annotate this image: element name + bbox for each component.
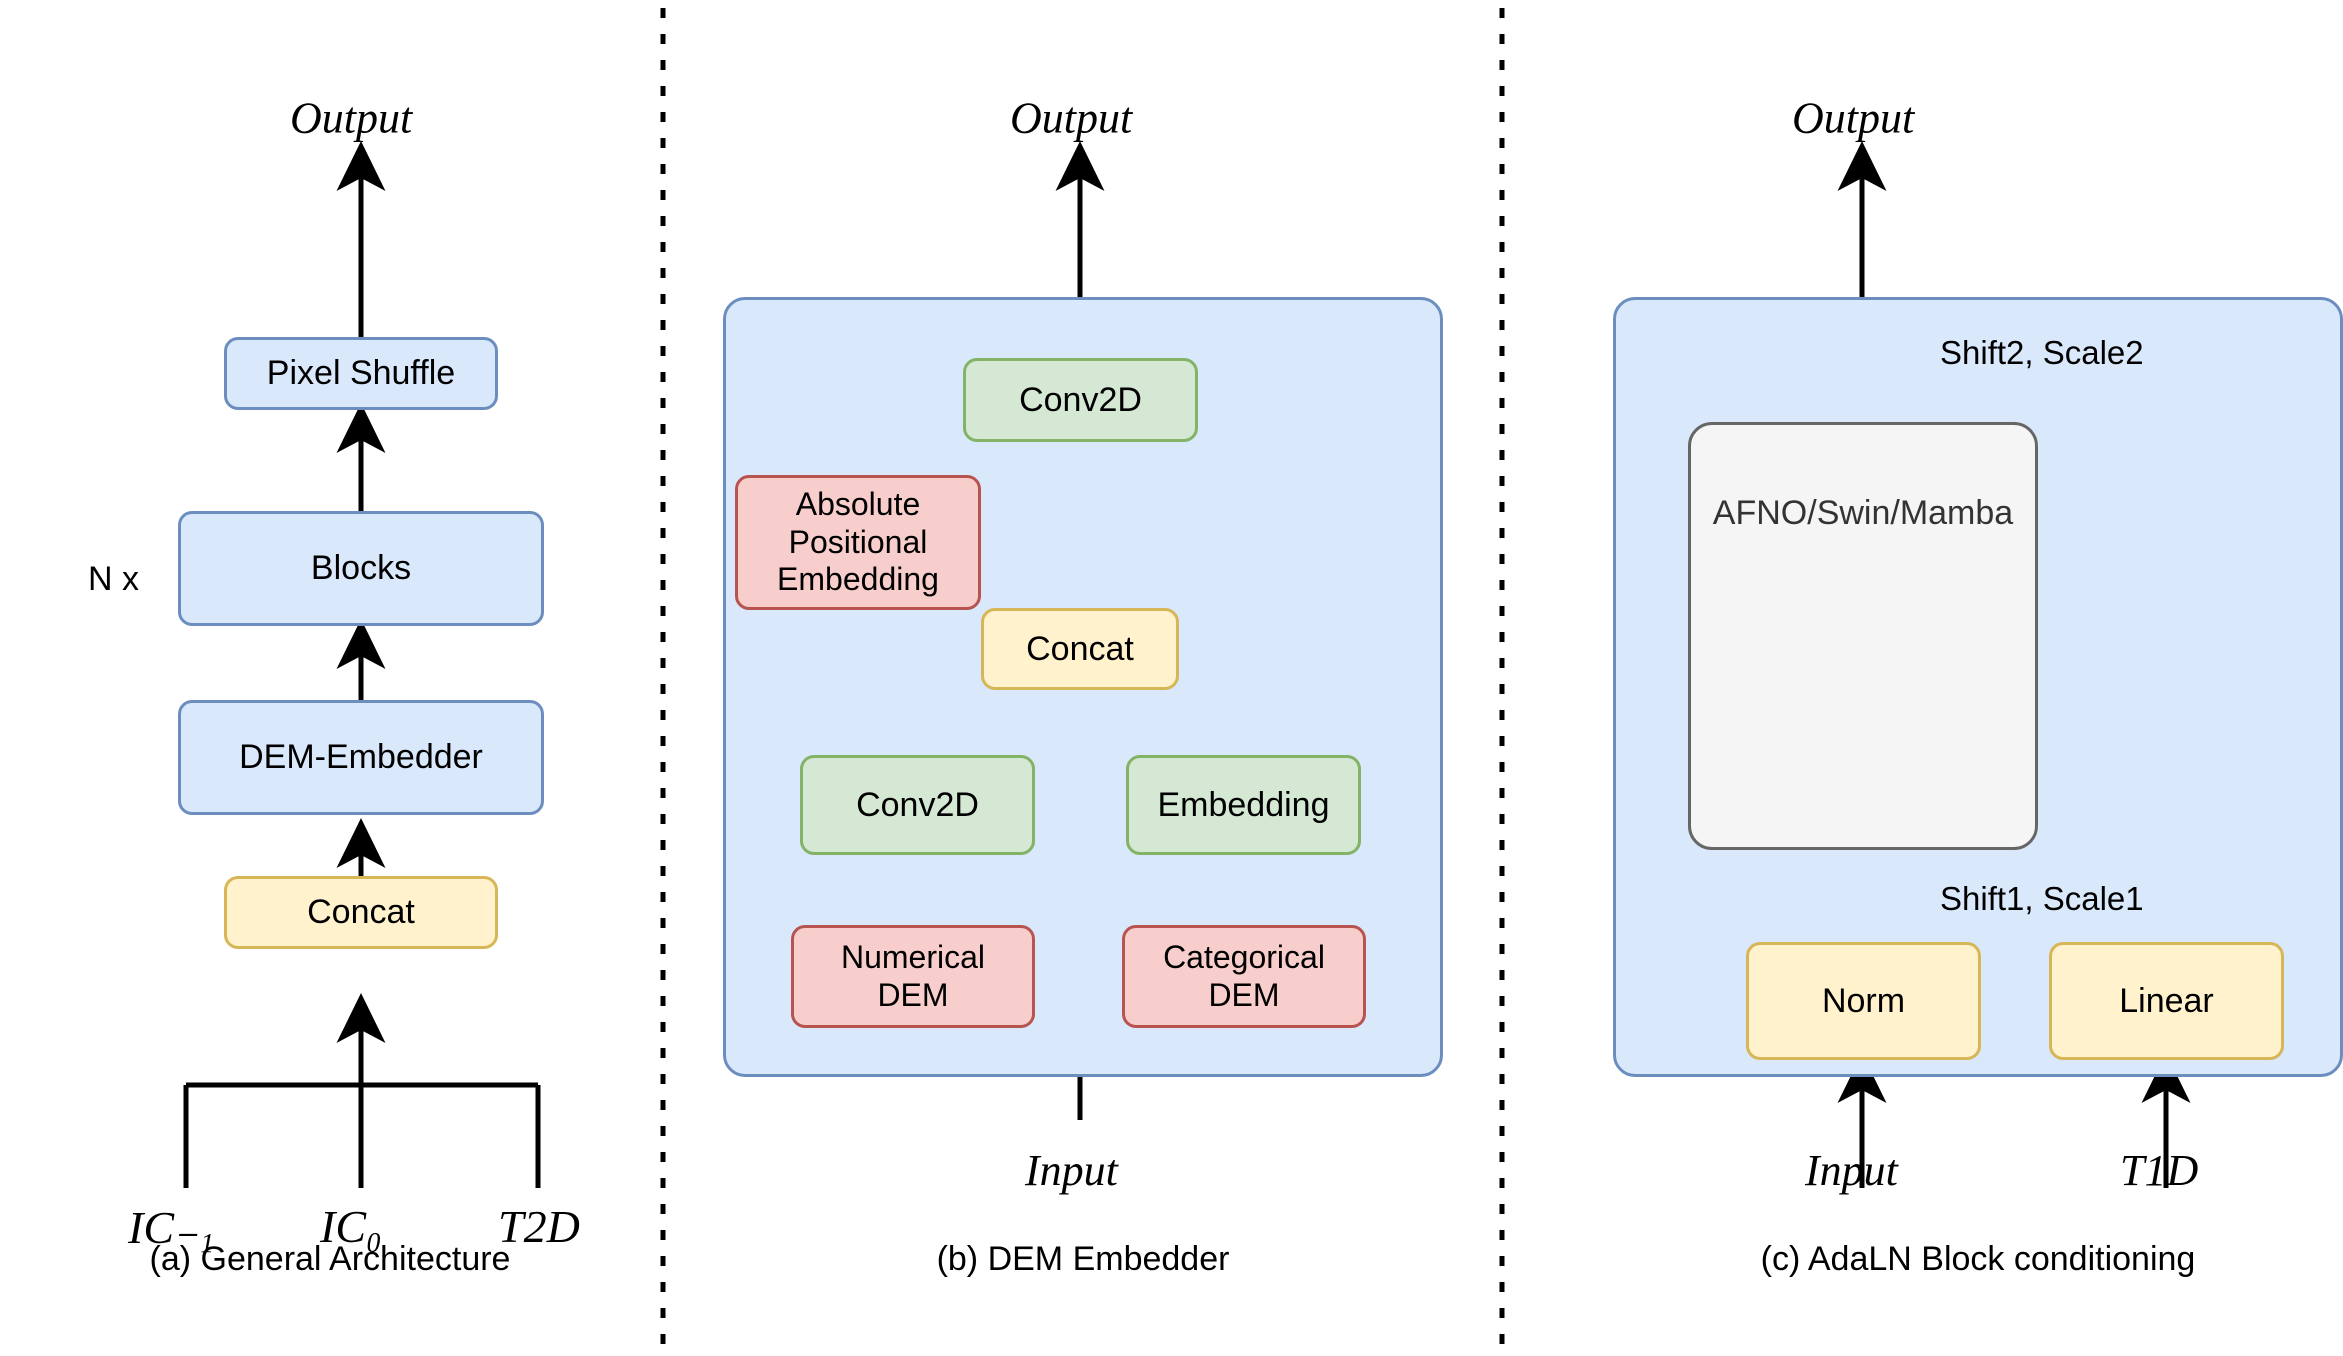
panel-b-output-label: Output xyxy=(1010,93,1133,143)
panel-c-input-label: Input xyxy=(1805,1146,1898,1195)
node-embedding-label: Embedding xyxy=(1157,785,1330,824)
node-concat-b-label: Concat xyxy=(1026,629,1134,668)
node-dem-embedder[interactable]: DEM-Embedder xyxy=(178,700,544,815)
panel-b-input-label: Input xyxy=(1025,1146,1118,1195)
panel-a-caption: (a) General Architecture xyxy=(149,1240,511,1278)
node-backbone[interactable]: AFNO/Swin/Mamba xyxy=(1688,422,2038,850)
node-blocks-label: Blocks xyxy=(310,549,412,588)
node-dem-embedder-label: DEM-Embedder xyxy=(239,738,483,777)
panel-c-t1d-label: T1D xyxy=(2120,1146,2199,1195)
figure-canvas: Output N x Pixel Shuffle Blocks DEM-Embe… xyxy=(0,0,2343,1356)
node-numerical-dem[interactable]: Numerical DEM xyxy=(791,925,1035,1028)
node-conv2d-left[interactable]: Conv2D xyxy=(800,755,1035,855)
node-norm-label: Norm xyxy=(1821,981,1906,1020)
node-conv2d-top-label: Conv2D xyxy=(1019,380,1142,419)
panel-c-output-label: Output xyxy=(1792,93,1915,143)
panel-a-repeat-label: N x xyxy=(88,560,139,598)
panel-c-caption: (c) AdaLN Block conditioning xyxy=(1760,1240,2196,1278)
node-pixel-shuffle-label: Pixel Shuffle xyxy=(266,354,456,393)
node-linear[interactable]: Linear xyxy=(2049,942,2284,1060)
node-backbone-label: AFNO/Swin/Mamba xyxy=(1712,493,2014,532)
ape-line-2: Positional xyxy=(788,523,928,560)
node-conv2d-left-label: Conv2D xyxy=(856,785,979,824)
node-norm[interactable]: Norm xyxy=(1746,942,1981,1060)
node-concat-a-label: Concat xyxy=(307,893,415,932)
node-absolute-positional-embedding[interactable]: Absolute Positional Embedding xyxy=(735,475,981,610)
ape-line-1: Absolute xyxy=(795,485,921,522)
node-concat-a[interactable]: Concat xyxy=(224,876,498,949)
node-conv2d-top[interactable]: Conv2D xyxy=(963,358,1198,442)
node-concat-b[interactable]: Concat xyxy=(981,608,1179,690)
numerical-dem-line-2: DEM xyxy=(877,976,949,1013)
edge-label-shift2-scale2: Shift2, Scale2 xyxy=(1938,334,2146,372)
node-pixel-shuffle[interactable]: Pixel Shuffle xyxy=(224,337,498,410)
numerical-dem-line-1: Numerical xyxy=(840,938,986,975)
node-blocks[interactable]: Blocks xyxy=(178,511,544,626)
node-embedding[interactable]: Embedding xyxy=(1126,755,1361,855)
ape-line-3: Embedding xyxy=(777,561,939,598)
edge-label-shift1-scale1: Shift1, Scale1 xyxy=(1938,880,2146,918)
categorical-dem-line-1: Categorical xyxy=(1163,938,1325,975)
node-categorical-dem[interactable]: Categorical DEM xyxy=(1122,925,1366,1028)
panel-b-caption: (b) DEM Embedder xyxy=(936,1240,1230,1278)
panel-a-output-label: Output xyxy=(290,93,413,143)
node-linear-label: Linear xyxy=(2119,981,2214,1020)
categorical-dem-line-2: DEM xyxy=(1208,976,1280,1013)
